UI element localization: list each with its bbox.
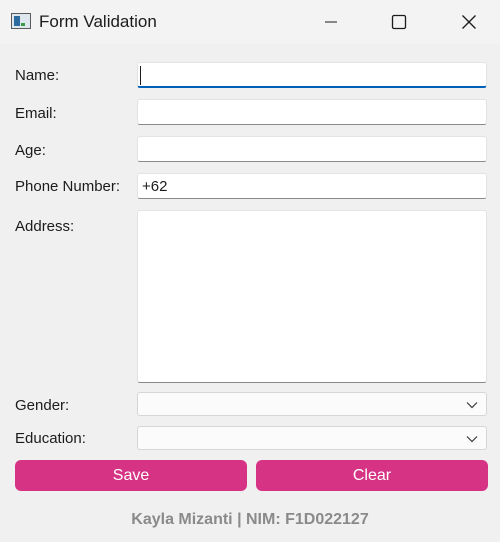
address-textarea[interactable] <box>137 210 487 383</box>
maximize-icon <box>391 14 407 30</box>
minimize-icon <box>325 21 337 23</box>
education-label: Education: <box>15 430 86 447</box>
close-button[interactable] <box>446 0 492 44</box>
clear-button[interactable]: Clear <box>256 460 488 491</box>
title-bar: Form Validation <box>0 0 500 44</box>
save-button[interactable]: Save <box>15 460 247 491</box>
age-input[interactable] <box>137 136 487 162</box>
gender-label: Gender: <box>15 397 70 414</box>
chevron-down-icon <box>466 436 478 443</box>
age-label: Age: <box>15 142 46 159</box>
text-caret <box>140 66 141 85</box>
email-label: Email: <box>15 105 57 122</box>
phone-input[interactable] <box>137 173 487 199</box>
name-label: Name: <box>15 67 60 84</box>
minimize-button[interactable] <box>308 0 354 44</box>
phone-label: Phone Number: <box>15 178 121 195</box>
app-window-icon <box>11 13 31 29</box>
close-icon <box>462 15 476 29</box>
name-input[interactable] <box>137 62 487 88</box>
address-label: Address: <box>15 218 75 235</box>
email-input[interactable] <box>137 99 487 125</box>
education-select[interactable] <box>137 426 487 450</box>
maximize-button[interactable] <box>376 0 422 44</box>
gender-select[interactable] <box>137 392 487 416</box>
chevron-down-icon <box>466 402 478 409</box>
window-title: Form Validation <box>39 12 157 31</box>
footer-credit: Kayla Mizanti | NIM: F1D022127 <box>131 511 369 528</box>
